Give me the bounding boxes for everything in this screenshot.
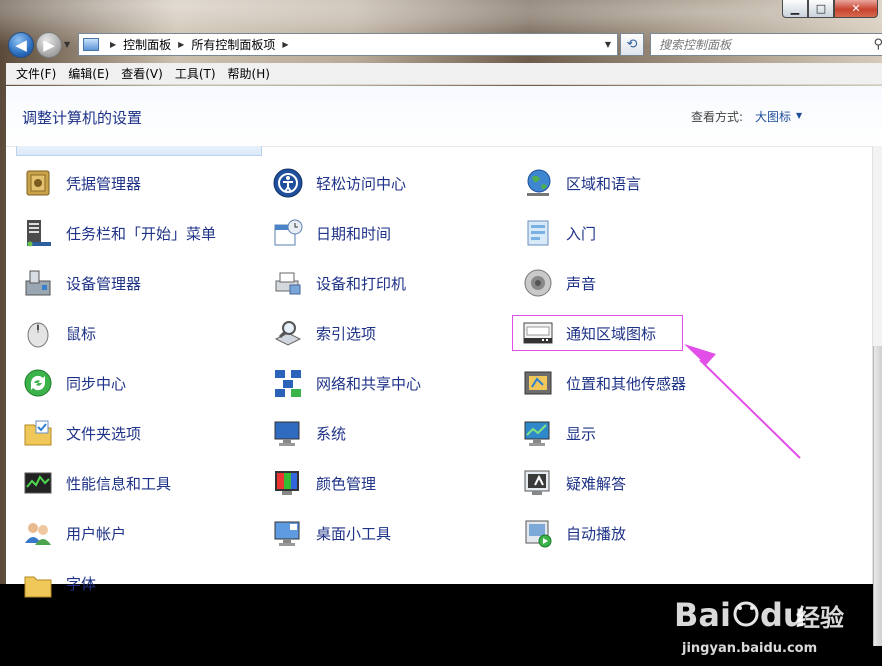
watermark-url: jingyan.baidu.com: [681, 641, 817, 656]
annotation-arrow: [684, 344, 801, 459]
window-background: ▁ □ ✕ ◀ ▶ ▼ ▶ 控制面板 ▶ 所有控制面板项 ▶ ▼ ⟲ ⚲ 文件(…: [0, 0, 882, 656]
watermark-brand: Bai: [674, 596, 731, 634]
baidu-watermark: Bai du 经验 jingyan.baidu.com: [674, 596, 844, 656]
watermark-suffix: 经验: [796, 604, 844, 632]
paw-icon: [733, 601, 759, 627]
